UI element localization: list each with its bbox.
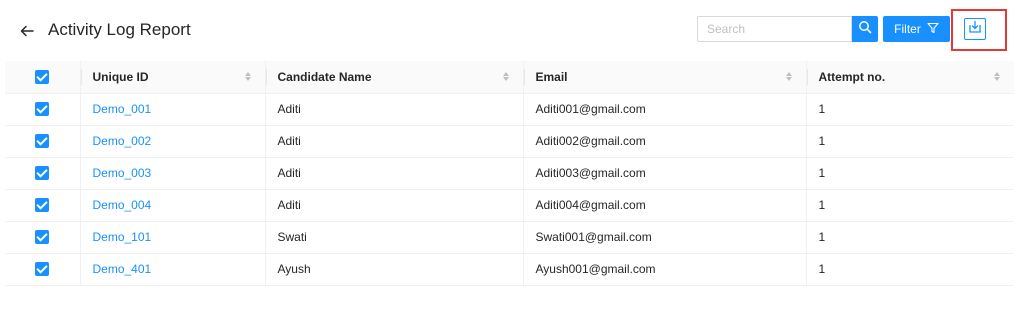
cell-email: Swati001@gmail.com xyxy=(522,221,806,254)
table-row: Demo_101 Swati Swati001@gmail.com 1 xyxy=(5,221,1014,254)
page-title: Activity Log Report xyxy=(48,20,191,39)
table-row: Demo_401 Ayush Ayush001@gmail.com 1 xyxy=(5,253,1014,286)
row-select-cell xyxy=(5,157,80,190)
back-arrow-icon[interactable] xyxy=(18,22,36,40)
column-header-candidate-name[interactable]: Candidate Name xyxy=(264,61,523,94)
cell-candidate-name: Aditi xyxy=(264,93,523,126)
table-row: Demo_003 Aditi Aditi003@gmail.com 1 xyxy=(5,157,1014,190)
search-input[interactable] xyxy=(697,16,852,42)
cell-unique-id: Demo_003 xyxy=(79,157,265,190)
select-all-checkbox[interactable] xyxy=(35,70,50,85)
download-icon xyxy=(968,20,982,39)
cell-email: Aditi001@gmail.com xyxy=(522,93,806,126)
row-select-cell xyxy=(5,253,80,286)
column-header-label: Unique ID xyxy=(92,69,149,84)
row-checkbox[interactable] xyxy=(35,198,50,213)
table-row: Demo_004 Aditi Aditi004@gmail.com 1 xyxy=(5,189,1014,222)
unique-id-link[interactable]: Demo_004 xyxy=(93,198,152,212)
cell-unique-id: Demo_101 xyxy=(79,221,265,254)
column-header-attempt-no[interactable]: Attempt no. xyxy=(805,61,1014,94)
unique-id-link[interactable]: Demo_002 xyxy=(93,134,152,148)
row-checkbox[interactable] xyxy=(35,230,50,245)
page-header: Activity Log Report Filter xyxy=(0,0,1017,62)
cell-candidate-name: Aditi xyxy=(264,189,523,222)
cell-email: Aditi003@gmail.com xyxy=(522,157,806,190)
search-icon xyxy=(858,20,872,39)
filter-button-label: Filter xyxy=(894,22,921,36)
cell-attempt: 1 xyxy=(805,93,1014,126)
search-button[interactable] xyxy=(852,16,878,42)
sort-caret-icon[interactable] xyxy=(994,72,1000,82)
cell-attempt: 1 xyxy=(805,221,1014,254)
row-select-cell xyxy=(5,93,80,126)
unique-id-link[interactable]: Demo_003 xyxy=(93,166,152,180)
cell-unique-id: Demo_002 xyxy=(79,125,265,158)
cell-candidate-name: Swati xyxy=(264,221,523,254)
unique-id-link[interactable]: Demo_401 xyxy=(93,262,152,276)
column-header-label: Email xyxy=(535,69,568,84)
unique-id-link[interactable]: Demo_001 xyxy=(93,102,152,116)
cell-email: Ayush001@gmail.com xyxy=(522,253,806,286)
row-checkbox[interactable] xyxy=(35,134,50,149)
cell-attempt: 1 xyxy=(805,189,1014,222)
filter-button[interactable]: Filter xyxy=(883,16,950,42)
row-select-cell xyxy=(5,221,80,254)
row-checkbox[interactable] xyxy=(35,102,50,117)
row-select-cell xyxy=(5,189,80,222)
cell-email: Aditi004@gmail.com xyxy=(522,189,806,222)
row-checkbox[interactable] xyxy=(35,166,50,181)
table-row: Demo_001 Aditi Aditi001@gmail.com 1 xyxy=(5,93,1014,126)
column-header-unique-id[interactable]: Unique ID xyxy=(79,61,265,94)
cell-attempt: 1 xyxy=(805,253,1014,286)
column-header-label: Candidate Name xyxy=(277,69,372,84)
sort-caret-icon[interactable] xyxy=(502,72,509,82)
row-checkbox[interactable] xyxy=(35,262,50,277)
column-header-label: Attempt no. xyxy=(818,69,886,84)
table-header-row: Unique ID Candidate Name Email Attempt n… xyxy=(5,61,1014,94)
cell-unique-id: Demo_001 xyxy=(79,93,265,126)
cell-candidate-name: Aditi xyxy=(264,157,523,190)
sort-caret-icon[interactable] xyxy=(244,72,251,82)
cell-candidate-name: Aditi xyxy=(264,125,523,158)
cell-attempt: 1 xyxy=(805,125,1014,158)
row-select-cell xyxy=(5,125,80,158)
select-all-cell xyxy=(5,61,80,94)
cell-unique-id: Demo_004 xyxy=(79,189,265,222)
cell-candidate-name: Ayush xyxy=(264,253,523,286)
filter-funnel-icon xyxy=(927,22,939,37)
cell-unique-id: Demo_401 xyxy=(79,253,265,286)
download-button[interactable] xyxy=(964,18,986,40)
unique-id-link[interactable]: Demo_101 xyxy=(93,230,152,244)
activity-log-table: Unique ID Candidate Name Email Attempt n… xyxy=(5,61,1014,286)
sort-caret-icon[interactable] xyxy=(785,72,792,82)
column-header-email[interactable]: Email xyxy=(522,61,806,94)
cell-email: Aditi002@gmail.com xyxy=(522,125,806,158)
cell-attempt: 1 xyxy=(805,157,1014,190)
table-row: Demo_002 Aditi Aditi002@gmail.com 1 xyxy=(5,125,1014,158)
